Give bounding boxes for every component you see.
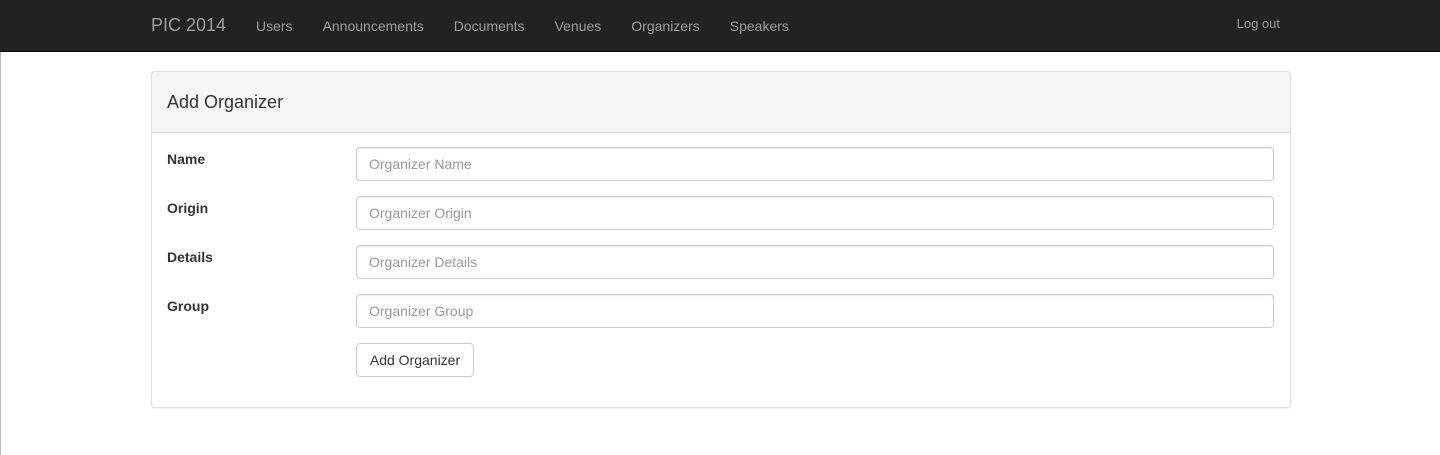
form-row-name: Name <box>152 147 1290 181</box>
nav-link-documents[interactable]: Documents <box>439 16 540 36</box>
panel-title: Add Organizer <box>167 91 284 112</box>
nav-link-organizers[interactable]: Organizers <box>616 16 714 36</box>
nav-links: Users Announcements Documents Venues Org… <box>241 0 804 51</box>
window-edge-divider <box>0 52 1 455</box>
nav-link-venues[interactable]: Venues <box>540 16 617 36</box>
form-row-origin: Origin <box>152 196 1290 230</box>
details-input[interactable] <box>356 245 1274 279</box>
nav-link-users[interactable]: Users <box>241 16 308 36</box>
form-row-details: Details <box>152 245 1290 279</box>
details-label: Details <box>167 249 213 265</box>
add-organizer-button[interactable]: Add Organizer <box>356 343 474 377</box>
logout-link[interactable]: Log out <box>1237 15 1280 33</box>
nav-link-announcements[interactable]: Announcements <box>308 16 439 36</box>
brand-link[interactable]: PIC 2014 <box>151 15 226 35</box>
group-input[interactable] <box>356 294 1274 328</box>
top-navbar: PIC 2014 Users Announcements Documents V… <box>0 0 1440 52</box>
origin-input[interactable] <box>356 196 1274 230</box>
name-input[interactable] <box>356 147 1274 181</box>
name-label: Name <box>167 151 206 167</box>
panel-heading: Add Organizer <box>152 72 1290 133</box>
add-organizer-panel: Add Organizer Name Origin Details Group … <box>151 71 1291 408</box>
nav-link-speakers[interactable]: Speakers <box>715 16 804 36</box>
origin-label: Origin <box>167 200 209 216</box>
form-row-group: Group <box>152 294 1290 328</box>
group-label: Group <box>167 298 209 314</box>
